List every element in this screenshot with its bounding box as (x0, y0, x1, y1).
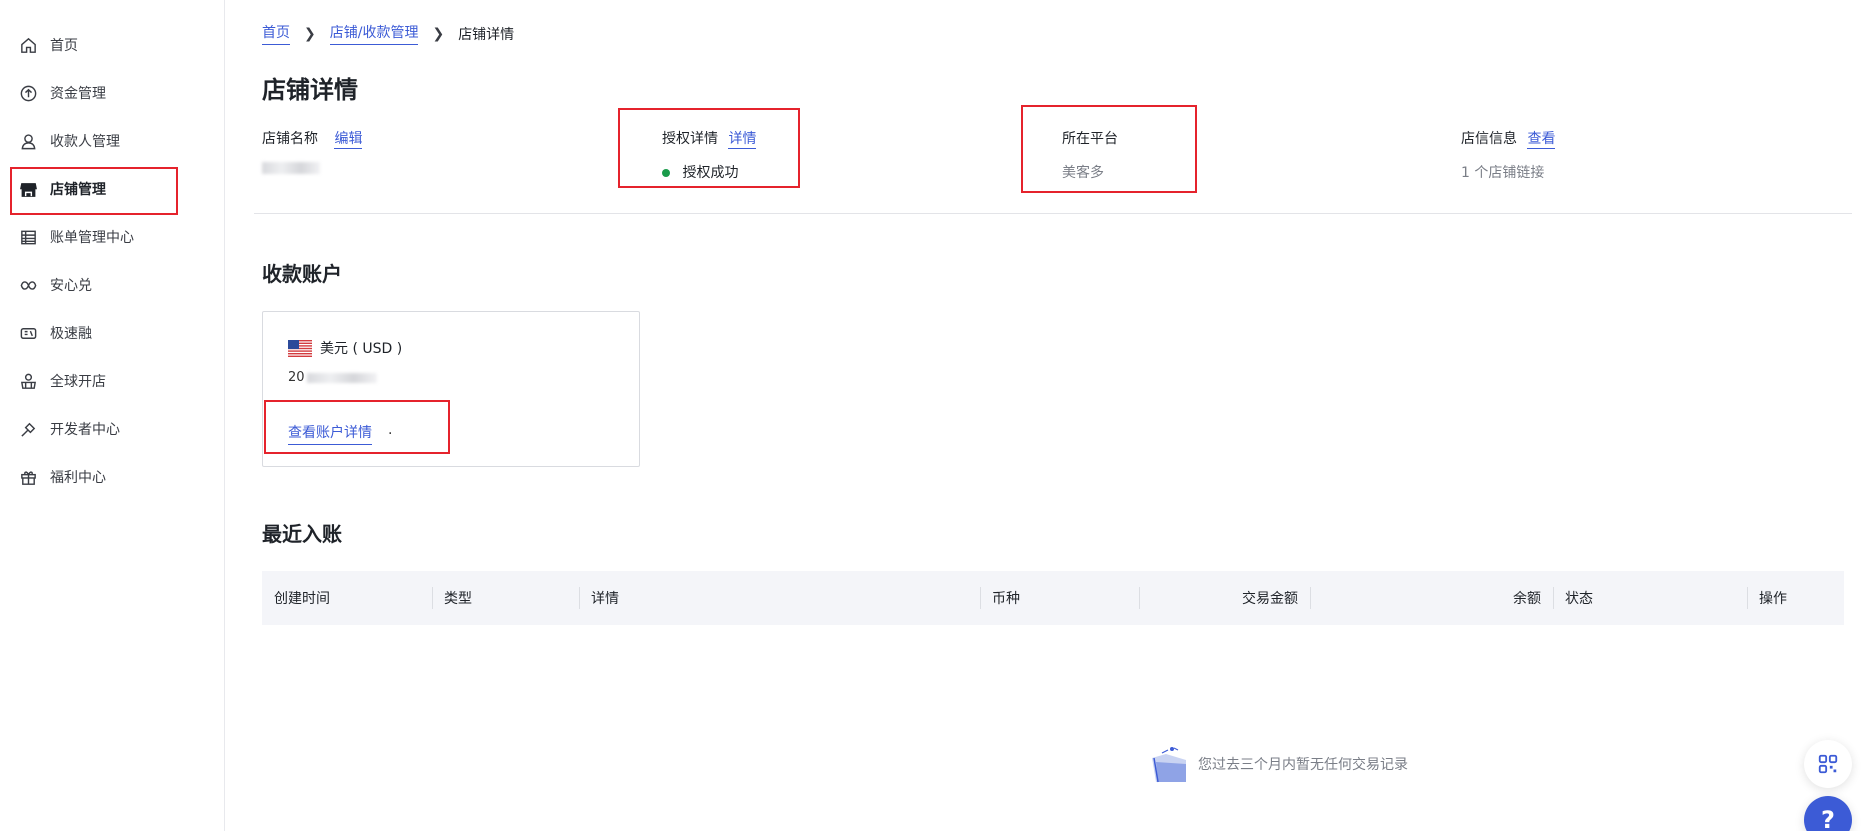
platform-value: 美客多 (1062, 165, 1104, 181)
sidebar-nav: 首页 资金管理 收款人管理 店铺管理 账单管理中心 安心兑 极速融 全球开店 开… (0, 21, 224, 501)
section-divider (254, 213, 1852, 214)
gift-icon (18, 467, 38, 487)
sidebar-item-exchange[interactable]: 安心兑 (0, 261, 224, 309)
column-created-time: 创建时间 (274, 591, 330, 607)
breadcrumb-current: 店铺详情 (458, 26, 515, 43)
us-flag-icon (288, 339, 312, 357)
column-details: 详情 (579, 571, 980, 625)
sidebar-item-finance[interactable]: 极速融 (0, 309, 224, 357)
sidebar-item-bills[interactable]: 账单管理中心 (0, 213, 224, 261)
chevron-right-icon: ❯ (304, 25, 316, 42)
fund-upload-icon (18, 83, 38, 103)
store-name-label: 店铺名称 (262, 131, 318, 147)
store-icon (18, 179, 38, 199)
sidebar-item-label: 极速融 (50, 326, 92, 342)
store-name-value-blurred (262, 162, 320, 174)
auth-details-label: 授权详情 (662, 131, 718, 147)
auth-status: 授权成功 (682, 165, 739, 181)
sidebar-item-label: 福利中心 (50, 470, 106, 486)
sidebar-item-label: 收款人管理 (50, 134, 120, 150)
bill-table-icon (18, 227, 38, 247)
column-currency: 币种 (980, 571, 1139, 625)
store-info-row: 店铺名称 编辑 授权详情 详情 授权成功 所在平台 美客多 店信信息 查看 1 … (262, 128, 1862, 188)
sidebar-item-benefits[interactable]: 福利中心 (0, 453, 224, 501)
column-amount: 交易金额 (1139, 571, 1310, 625)
sidebar-item-home[interactable]: 首页 (0, 21, 224, 69)
sidebar-item-label: 首页 (50, 38, 78, 54)
column-actions: 操作 (1747, 571, 1844, 625)
payee-user-icon (18, 131, 38, 151)
breadcrumb-home-link[interactable]: 首页 (262, 22, 290, 45)
sidebar-item-label: 全球开店 (50, 374, 106, 390)
receiving-accounts-title: 收款账户 (262, 262, 342, 286)
empty-state-text: 您过去三个月内暂无任何交易记录 (1198, 757, 1408, 773)
help-button[interactable]: ? (1804, 796, 1852, 831)
store-info-block: 店信信息 查看 1 个店铺链接 (1461, 128, 1556, 182)
view-account-details-link[interactable]: 查看账户详情 (288, 422, 372, 445)
sidebar: 首页 资金管理 收款人管理 店铺管理 账单管理中心 安心兑 极速融 全球开店 开… (0, 0, 225, 831)
page-title: 店铺详情 (262, 76, 358, 104)
store-name-block: 店铺名称 编辑 (262, 128, 363, 178)
sidebar-item-payees[interactable]: 收款人管理 (0, 117, 224, 165)
store-name-edit-link[interactable]: 编辑 (334, 131, 363, 149)
store-link-count: 1 个店铺链接 (1461, 165, 1545, 181)
column-status: 状态 (1553, 571, 1747, 625)
account-number-blurred (306, 372, 377, 383)
chevron-right-icon: ❯ (432, 25, 445, 42)
account-card-usd: 美元 ( USD ) 20 查看账户详情 . (262, 311, 640, 467)
sidebar-item-label: 店铺管理 (50, 182, 106, 198)
developer-icon (18, 419, 38, 439)
question-mark-icon: ? (1821, 806, 1835, 831)
platform-label: 所在平台 (1062, 131, 1118, 147)
qr-code-button[interactable] (1804, 740, 1852, 788)
sidebar-item-store-management[interactable]: 店铺管理 (0, 165, 224, 215)
auth-details-block: 授权详情 详情 授权成功 (662, 128, 757, 182)
exchange-icon (18, 275, 38, 295)
breadcrumb: 首页 ❯ 店铺/收款管理 ❯ 店铺详情 (262, 22, 514, 45)
breadcrumb-store-payment-link[interactable]: 店铺/收款管理 (329, 22, 419, 45)
column-balance: 余额 (1310, 571, 1553, 625)
success-status-dot (662, 169, 670, 177)
empty-state: 您过去三个月内暂无任何交易记录 (1148, 744, 1408, 784)
main-content: 首页 ❯ 店铺/收款管理 ❯ 店铺详情 店铺详情 店铺名称 编辑 授权详情 详情… (226, 0, 1872, 831)
sidebar-item-funds[interactable]: 资金管理 (0, 69, 224, 117)
store-info-label: 店信信息 (1461, 131, 1517, 147)
sidebar-item-global-store[interactable]: 全球开店 (0, 357, 224, 405)
store-info-view-link[interactable]: 查看 (1527, 131, 1556, 149)
recent-transactions-table-header: 创建时间 类型 详情 币种 交易金额 余额 状态 操作 (262, 571, 1844, 625)
sidebar-item-label: 账单管理中心 (50, 230, 134, 246)
home-icon (18, 35, 38, 55)
finance-icon (18, 323, 38, 343)
qr-code-icon (1818, 754, 1838, 774)
global-store-icon (18, 371, 38, 391)
auth-details-link[interactable]: 详情 (728, 131, 757, 149)
empty-folder-icon (1152, 747, 1186, 783)
platform-block: 所在平台 美客多 (1062, 128, 1118, 182)
sidebar-item-label: 安心兑 (50, 278, 92, 294)
column-type: 类型 (432, 571, 579, 625)
sidebar-item-developer[interactable]: 开发者中心 (0, 405, 224, 453)
account-currency: 美元 ( USD ) (320, 341, 403, 357)
recent-transactions-title: 最近入账 (262, 522, 342, 546)
sidebar-item-label: 资金管理 (50, 86, 106, 102)
sidebar-item-label: 开发者中心 (50, 422, 120, 438)
account-number-prefix: 20 (288, 370, 305, 385)
trailing-dot: . (388, 422, 393, 438)
